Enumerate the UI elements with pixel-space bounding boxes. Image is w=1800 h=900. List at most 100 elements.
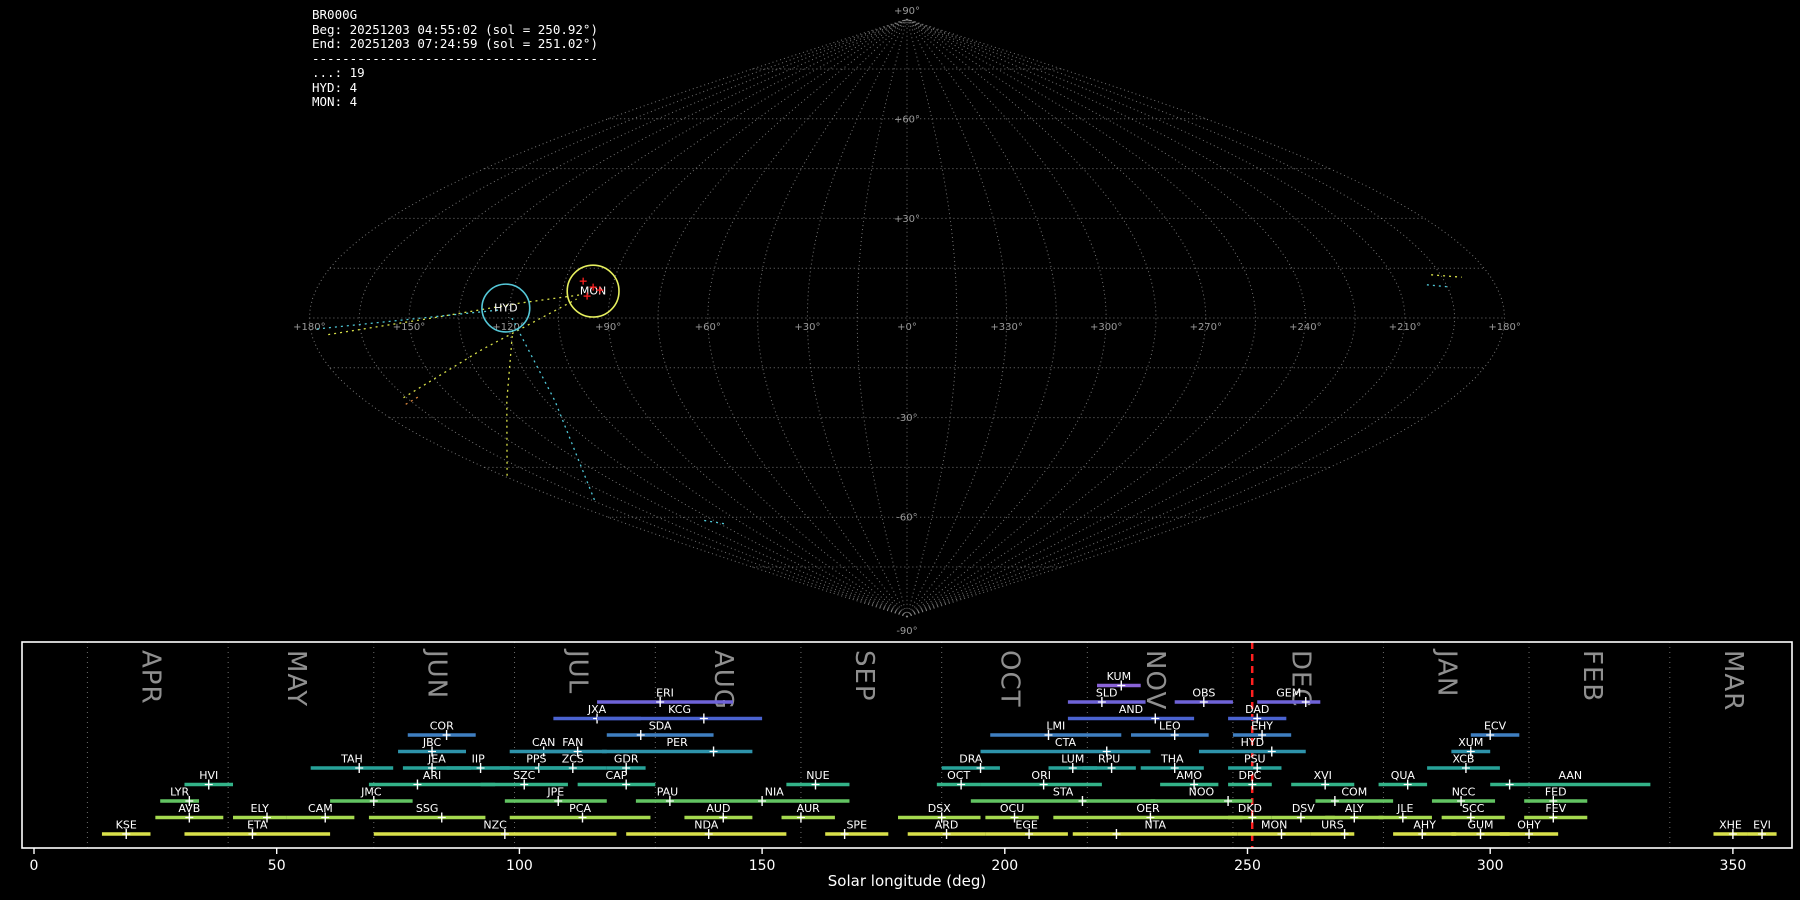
shower-bar-sta: STA [970, 786, 1156, 806]
shower-code-label: PER [667, 736, 689, 749]
shower-code-label: NIA [765, 786, 784, 799]
shower-code-label: DSX [928, 802, 951, 815]
meteor-track [704, 519, 725, 525]
grid-meridian [906, 18, 1456, 618]
shower-code-label: SZC [513, 769, 536, 782]
shower-code-label: CAN [532, 736, 555, 749]
shower-code-label: ALY [1345, 802, 1364, 815]
radiant-label-hyd: HYD [494, 302, 517, 315]
lat-label: +30° [894, 214, 920, 225]
shower-bar-rpu: RPU [1082, 753, 1136, 773]
month-label: JUN [422, 648, 452, 699]
shower-code-label: DPC [1239, 769, 1262, 782]
x-tick-label: 250 [1234, 858, 1261, 874]
shower-code-label: OCU [1000, 802, 1024, 815]
shower-code-label: KSE [116, 819, 137, 832]
shower-code-label: OER [1136, 802, 1160, 815]
shower-code-label: THA [1160, 753, 1184, 766]
shower-bar-leo: LEO [1131, 720, 1209, 740]
shower-code-label: GEM [1276, 687, 1301, 700]
info-line: -------------------------------------- [312, 50, 598, 66]
shower-bar-spe: SPE [825, 819, 889, 839]
shower-bar-zcs: ZCS [538, 753, 607, 773]
shower-code-label: ARD [935, 819, 959, 832]
month-label: APR [135, 650, 165, 705]
shower-bar-jpe: JPE [504, 786, 607, 806]
shower-code-label: EHY [1251, 720, 1273, 733]
shower-bar-eta: ETA [184, 819, 331, 839]
x-tick-label: 150 [749, 858, 776, 874]
shower-code-label: JEA [427, 753, 446, 766]
shower-bar-jxa: JXA [553, 703, 641, 724]
shower-bar-ege: EGE [985, 819, 1068, 839]
shower-bar-kse: KSE [101, 819, 151, 839]
lon-label: +150° [393, 322, 425, 333]
shower-code-label: SLD [1096, 687, 1118, 700]
shower-bar-mon: MON [1237, 819, 1311, 839]
lon-label: +270° [1190, 322, 1222, 333]
shower-bar-cor: COR [407, 720, 476, 740]
shower-code-label: DKD [1238, 802, 1262, 815]
lon-label: +90° [595, 322, 621, 333]
shower-code-label: OCT [947, 769, 970, 782]
pole-label-north: +90° [894, 6, 920, 17]
shower-code-label: TAH [340, 753, 363, 766]
lon-label: +330° [990, 322, 1022, 333]
shower-bar-oct: OCT [936, 769, 981, 790]
shower-code-label: AUD [706, 802, 730, 815]
shower-code-label: PAU [657, 786, 679, 799]
grid-meridian [557, 18, 908, 618]
shower-bar-ard: ARD [907, 819, 986, 839]
month-label: JUL [563, 648, 593, 694]
session-info-block: BR000G Beg: 20251203 04:55:02 (sol = 250.… [312, 7, 598, 110]
month-label: MAR [1718, 650, 1748, 711]
grid-meridian [906, 18, 1257, 618]
shower-bar-nta: NTA [1072, 819, 1238, 839]
info-line: MON: 4 [312, 94, 358, 109]
shower-code-label: EGE [1015, 819, 1037, 832]
shower-code-label: NTA [1144, 819, 1166, 832]
shower-bar-cam: CAM [286, 802, 355, 823]
info-line: Beg: 20251203 04:55:02 (sol = 250.92°) [312, 21, 598, 37]
shower-bar-tah: TAH [310, 753, 394, 773]
shower-code-label: CAP [606, 769, 628, 782]
shower-code-label: IIP [472, 753, 485, 766]
shower-code-label: COR [430, 720, 454, 733]
shower-code-label: ERI [656, 687, 674, 700]
shower-code-label: SPE [846, 819, 867, 832]
x-tick-label: 350 [1720, 858, 1747, 874]
shower-bar-urs: URS [1310, 819, 1355, 839]
lon-label: +0° [897, 322, 917, 333]
shower-code-label: COM [1341, 786, 1367, 799]
shower-code-label: HYD [1241, 736, 1264, 749]
shower-code-label: NZC [483, 819, 507, 832]
shower-code-label: KCG [668, 703, 691, 716]
shower-code-label: FED [1545, 786, 1567, 799]
lat-label: -30° [896, 413, 917, 424]
info-line: HYD: 4 [312, 79, 358, 95]
lon-label: +180° [293, 322, 325, 333]
shower-code-label: XHE [1719, 819, 1742, 832]
x-tick-label: 100 [506, 858, 533, 874]
month-label: JAN [1431, 648, 1461, 697]
shower-code-label: SDA [649, 720, 672, 733]
shower-bar-obs: OBS [1174, 687, 1233, 707]
shower-code-label: ECV [1484, 720, 1507, 733]
shower-code-label: PSU [1244, 753, 1266, 766]
lon-label: +60° [695, 322, 721, 333]
shower-code-label: GDR [614, 753, 639, 766]
shower-bar-cap: CAP [577, 769, 656, 790]
shower-code-label: AND [1119, 703, 1143, 716]
shower-code-label: ORI [1031, 769, 1051, 782]
meteor-track [403, 298, 577, 399]
shower-code-label: ETA [247, 819, 268, 832]
shower-code-label: EVI [1753, 819, 1771, 832]
shower-bar-nda: NDA [626, 819, 787, 839]
shower-code-label: NDA [694, 819, 719, 832]
shower-bar-pau: PAU [635, 786, 699, 806]
lon-label: +30° [794, 322, 820, 333]
shower-bar-nue: NUE [786, 769, 850, 790]
shower-code-label: JMC [360, 786, 382, 799]
shower-code-label: OHY [1517, 819, 1541, 832]
meteor-track [506, 329, 514, 478]
